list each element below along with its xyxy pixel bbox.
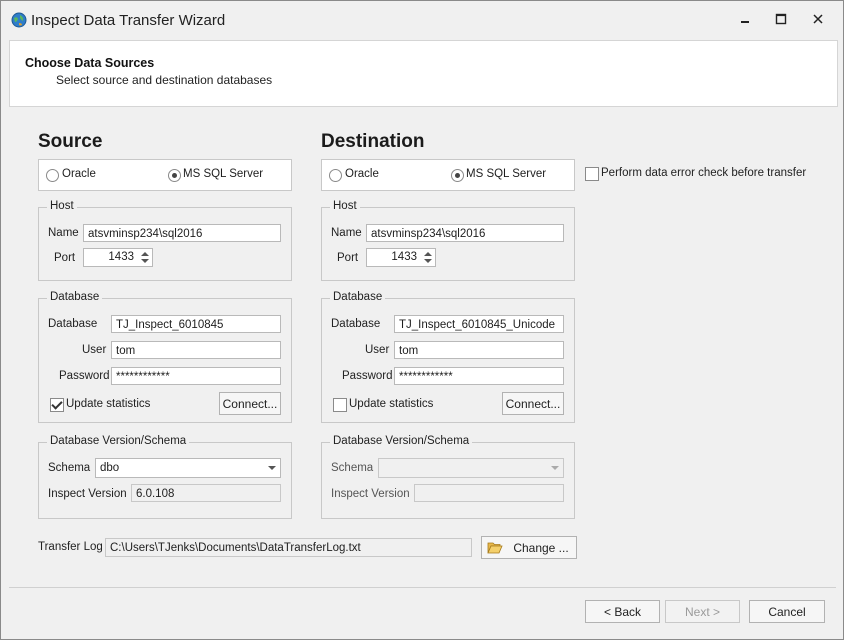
destination-version-group: Database Version/Schema Schema Inspect V… (321, 435, 575, 519)
spin-up-icon[interactable] (141, 252, 149, 256)
destination-inspect-version-label: Inspect Version (331, 488, 410, 500)
source-db-type-group: Oracle MS SQL Server (38, 159, 292, 191)
page-subtitle: Select source and destination databases (56, 73, 273, 87)
source-database-input[interactable]: TJ_Inspect_6010845 (111, 315, 281, 333)
source-host-name-input[interactable]: atsvminsp234\sql2016 (83, 224, 281, 242)
maximize-button[interactable] (763, 7, 799, 33)
chevron-down-icon (268, 466, 276, 470)
destination-port-value: 1433 (391, 251, 417, 263)
close-icon (812, 13, 824, 28)
destination-password-input[interactable]: ************ (394, 367, 564, 385)
destination-port-label: Port (337, 252, 359, 264)
source-host-legend: Host (47, 200, 77, 212)
destination-db-type-group: Oracle MS SQL Server (321, 159, 575, 191)
source-user-label: User (82, 344, 107, 356)
destination-update-stats-checkbox[interactable] (333, 398, 347, 412)
globe-icon (11, 12, 27, 28)
destination-schema-select (378, 458, 564, 478)
destination-version-legend: Database Version/Schema (330, 435, 473, 447)
back-button[interactable]: < Back (585, 600, 660, 623)
change-log-label: Change ... (513, 540, 569, 555)
source-port-stepper[interactable]: 1433 (83, 248, 153, 267)
window-title: Inspect Data Transfer Wizard (31, 12, 226, 29)
footer-divider (9, 587, 836, 588)
destination-database-label: Database (331, 318, 381, 330)
source-schema-label: Schema (48, 462, 91, 474)
destination-radio-mssql-label[interactable]: MS SQL Server (466, 168, 546, 180)
source-host-name-label: Name (48, 227, 79, 239)
source-version-group: Database Version/Schema Schema dbo Inspe… (38, 435, 292, 519)
close-button[interactable] (800, 7, 836, 33)
destination-database-input[interactable]: TJ_Inspect_6010845_Unicode (394, 315, 564, 333)
destination-host-group: Host Name atsvminsp234\sql2016 Port 1433 (321, 200, 575, 281)
destination-schema-label: Schema (331, 462, 374, 474)
destination-database-legend: Database (330, 291, 386, 303)
source-inspect-version-label: Inspect Version (48, 488, 127, 500)
destination-host-legend: Host (330, 200, 360, 212)
source-password-input[interactable]: ************ (111, 367, 281, 385)
source-version-legend: Database Version/Schema (47, 435, 190, 447)
source-schema-select[interactable]: dbo (95, 458, 281, 478)
transfer-log-label: Transfer Log (38, 541, 103, 553)
source-database-legend: Database (47, 291, 103, 303)
destination-host-name-input[interactable]: atsvminsp234\sql2016 (366, 224, 564, 242)
wizard-window: Inspect Data Transfer Wizard Choose Data… (0, 0, 844, 640)
maximize-icon (775, 13, 787, 28)
minimize-button[interactable] (727, 7, 763, 33)
source-radio-mssql[interactable] (168, 169, 181, 182)
destination-title: Destination (321, 131, 425, 152)
source-radio-mssql-label[interactable]: MS SQL Server (183, 168, 263, 180)
destination-password-label: Password (342, 370, 393, 382)
transfer-log-path-field: C:\Users\TJenks\Documents\DataTransferLo… (105, 538, 472, 557)
source-user-input[interactable]: tom (111, 341, 281, 359)
source-update-stats-label[interactable]: Update statistics (66, 398, 150, 410)
spin-up-icon[interactable] (424, 252, 432, 256)
destination-connect-button[interactable]: Connect... (502, 392, 564, 415)
destination-radio-mssql[interactable] (451, 169, 464, 182)
source-port-value: 1433 (108, 251, 134, 263)
destination-inspect-version-field (414, 484, 564, 502)
spin-down-icon[interactable] (141, 259, 149, 263)
source-connect-button[interactable]: Connect... (219, 392, 281, 415)
source-host-group: Host Name atsvminsp234\sql2016 Port 1433 (38, 200, 292, 281)
source-update-stats-checkbox[interactable] (50, 398, 64, 412)
source-radio-oracle[interactable] (46, 169, 59, 182)
wizard-header: Choose Data Sources Select source and de… (9, 40, 838, 107)
destination-port-stepper[interactable]: 1433 (366, 248, 436, 267)
destination-radio-oracle-label[interactable]: Oracle (345, 168, 379, 180)
page-title: Choose Data Sources (25, 56, 155, 70)
source-password-label: Password (59, 370, 110, 382)
spin-down-icon[interactable] (424, 259, 432, 263)
source-port-label: Port (54, 252, 76, 264)
error-check-checkbox[interactable] (585, 167, 599, 181)
destination-database-group: Database Database TJ_Inspect_6010845_Uni… (321, 291, 575, 423)
next-button[interactable]: Next > (665, 600, 740, 623)
source-inspect-version-field: 6.0.108 (131, 484, 281, 502)
source-database-label: Database (48, 318, 98, 330)
change-log-button[interactable]: Change ... (481, 536, 577, 559)
destination-user-input[interactable]: tom (394, 341, 564, 359)
cancel-button[interactable]: Cancel (749, 600, 825, 623)
error-check-label[interactable]: Perform data error check before transfer (601, 167, 806, 179)
source-schema-value: dbo (100, 462, 120, 474)
chevron-down-icon (551, 466, 559, 470)
source-title: Source (38, 131, 103, 152)
destination-host-name-label: Name (331, 227, 362, 239)
destination-update-stats-label[interactable]: Update statistics (349, 398, 433, 410)
source-database-group: Database Database TJ_Inspect_6010845 Use… (38, 291, 292, 423)
title-bar[interactable]: Inspect Data Transfer Wizard (1, 1, 843, 39)
destination-radio-oracle[interactable] (329, 169, 342, 182)
destination-user-label: User (365, 344, 390, 356)
folder-open-icon (487, 541, 503, 557)
source-radio-oracle-label[interactable]: Oracle (62, 168, 96, 180)
minimize-icon (739, 13, 751, 28)
